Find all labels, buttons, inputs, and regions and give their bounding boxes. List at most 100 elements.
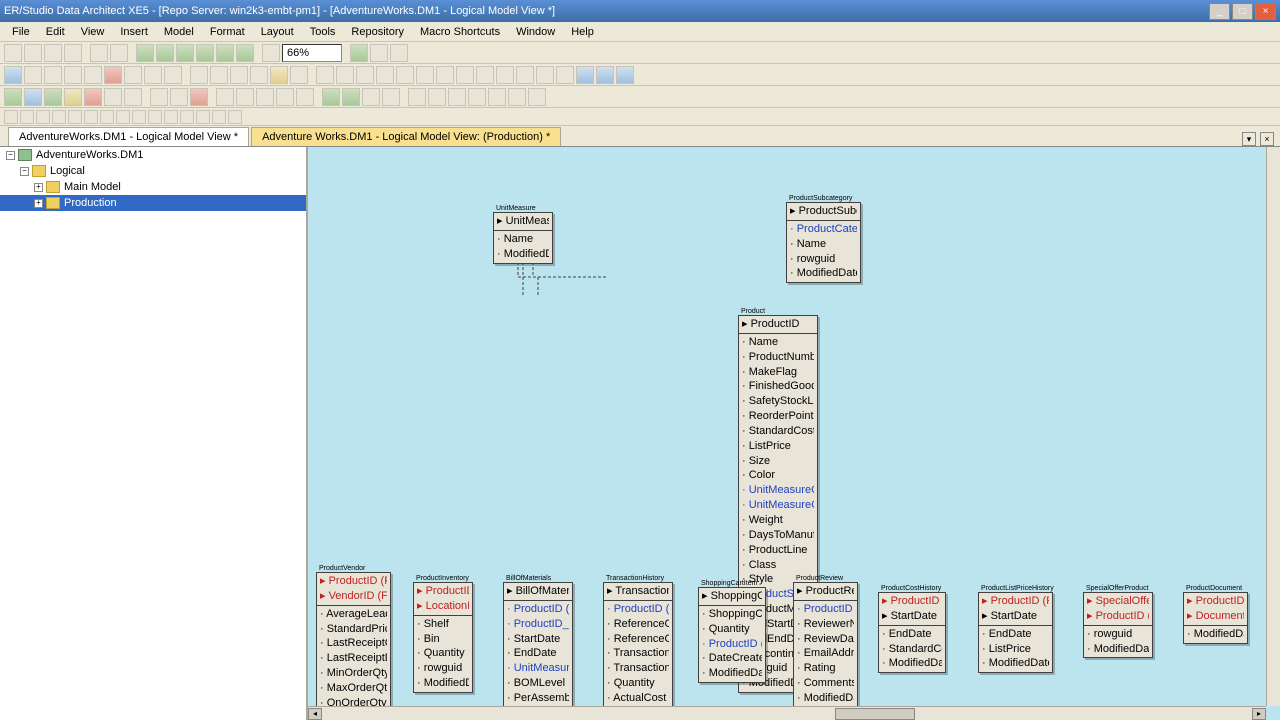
sync3-icon[interactable] <box>362 88 380 106</box>
entity-cart[interactable]: ShoppingCartItem▸ ShoppingCartItemID· Sh… <box>698 587 766 683</box>
layout3-icon[interactable] <box>356 66 374 84</box>
menu-format[interactable]: Format <box>202 24 253 40</box>
find-icon[interactable] <box>370 44 388 62</box>
draw3-icon[interactable] <box>256 88 274 106</box>
tab-main-model[interactable]: AdventureWorks.DM1 - Logical Model View … <box>8 127 249 146</box>
sync1-icon[interactable] <box>322 88 340 106</box>
pointer-icon[interactable] <box>4 66 22 84</box>
sm9-icon[interactable] <box>132 110 146 124</box>
menu-file[interactable]: File <box>4 24 38 40</box>
scroll-right-icon[interactable]: ▸ <box>1252 708 1266 720</box>
sm2-icon[interactable] <box>20 110 34 124</box>
entity-thist[interactable]: TransactionHistory▸ TransactionID· Produ… <box>603 582 673 720</box>
sm14-icon[interactable] <box>212 110 226 124</box>
scroll-thumb[interactable] <box>835 708 915 720</box>
vscrollbar[interactable] <box>1266 147 1280 706</box>
entity-doc[interactable]: ProductDocument▸ ProductID (FK)▸ Documen… <box>1183 592 1248 644</box>
shape1-icon[interactable] <box>4 88 22 106</box>
entity-bom[interactable]: BillOfMaterials▸ BillOfMaterialsID· Prod… <box>503 582 573 720</box>
layout8-icon[interactable] <box>456 66 474 84</box>
dist1-icon[interactable] <box>408 88 426 106</box>
repo-icon[interactable] <box>136 44 154 62</box>
menu-help[interactable]: Help <box>563 24 602 40</box>
undo-icon[interactable] <box>90 44 108 62</box>
line-icon[interactable] <box>170 88 188 106</box>
layout12-icon[interactable] <box>536 66 554 84</box>
shape3-icon[interactable] <box>44 88 62 106</box>
save-icon[interactable] <box>44 44 62 62</box>
draw2-icon[interactable] <box>236 88 254 106</box>
draw1-icon[interactable] <box>216 88 234 106</box>
sm8-icon[interactable] <box>116 110 130 124</box>
menu-window[interactable]: Window <box>508 24 563 40</box>
sync4-icon[interactable] <box>382 88 400 106</box>
align-b-icon[interactable] <box>250 66 268 84</box>
entity-unitmeasure[interactable]: UnitMeasure▸ UnitMeasureCode· Name· Modi… <box>493 212 553 264</box>
tree-main-model[interactable]: + Main Model <box>0 179 306 195</box>
sm4-icon[interactable] <box>52 110 66 124</box>
minimize-button[interactable]: _ <box>1209 3 1230 20</box>
tab-menu-icon[interactable]: ▾ <box>1242 132 1256 146</box>
dist4-icon[interactable] <box>468 88 486 106</box>
align-t-icon[interactable] <box>230 66 248 84</box>
hand-icon[interactable] <box>64 66 82 84</box>
layout7-icon[interactable] <box>436 66 454 84</box>
sm3-icon[interactable] <box>36 110 50 124</box>
rel-icon[interactable] <box>616 66 634 84</box>
entity-subcategory[interactable]: ProductSubcategory▸ ProductSubcategoryID… <box>786 202 861 283</box>
menu-repository[interactable]: Repository <box>343 24 412 40</box>
maximize-button[interactable]: □ <box>1232 3 1253 20</box>
draw5-icon[interactable] <box>296 88 314 106</box>
tab-close-icon[interactable]: × <box>1260 132 1274 146</box>
entity-vendor[interactable]: ProductVendor▸ ProductID (FK)▸ VendorID … <box>316 572 391 720</box>
layout4-icon[interactable] <box>376 66 394 84</box>
sm13-icon[interactable] <box>196 110 210 124</box>
sm1-icon[interactable] <box>4 110 18 124</box>
layout1-icon[interactable] <box>316 66 334 84</box>
sm15-icon[interactable] <box>228 110 242 124</box>
shape6-icon[interactable] <box>104 88 122 106</box>
tab-production[interactable]: Adventure Works.DM1 - Logical Model View… <box>251 127 561 146</box>
dist7-icon[interactable] <box>528 88 546 106</box>
entity-icon[interactable] <box>576 66 594 84</box>
dist5-icon[interactable] <box>488 88 506 106</box>
collapse-icon[interactable]: − <box>20 167 29 176</box>
sm7-icon[interactable] <box>100 110 114 124</box>
layout9-icon[interactable] <box>476 66 494 84</box>
shape4-icon[interactable] <box>64 88 82 106</box>
dist2-icon[interactable] <box>428 88 446 106</box>
menu-macros[interactable]: Macro Shortcuts <box>412 24 508 40</box>
sm5-icon[interactable] <box>68 110 82 124</box>
align-r-icon[interactable] <box>210 66 228 84</box>
tree-production[interactable]: + Production <box>0 195 306 211</box>
arrow-icon[interactable] <box>150 88 168 106</box>
scroll-left-icon[interactable]: ◂ <box>308 708 322 720</box>
menu-edit[interactable]: Edit <box>38 24 73 40</box>
zoom-out-icon[interactable] <box>44 66 62 84</box>
zoom-in-icon[interactable] <box>24 66 42 84</box>
menu-tools[interactable]: Tools <box>302 24 344 40</box>
tree-logical[interactable]: − Logical <box>0 163 306 179</box>
entity-listhist[interactable]: ProductListPriceHistory▸ ProductID (FK)▸… <box>978 592 1053 673</box>
menu-layout[interactable]: Layout <box>253 24 302 40</box>
grid-icon[interactable] <box>262 44 280 62</box>
redo-icon[interactable] <box>110 44 128 62</box>
menu-view[interactable]: View <box>73 24 113 40</box>
new-icon[interactable] <box>4 44 22 62</box>
refresh-icon[interactable] <box>390 44 408 62</box>
close-button[interactable]: × <box>1255 3 1276 20</box>
dist6-icon[interactable] <box>508 88 526 106</box>
layout13-icon[interactable] <box>556 66 574 84</box>
paste-icon[interactable] <box>164 66 182 84</box>
go-icon[interactable] <box>350 44 368 62</box>
layout5-icon[interactable] <box>396 66 414 84</box>
table-icon[interactable] <box>290 66 308 84</box>
layout10-icon[interactable] <box>496 66 514 84</box>
delete-icon[interactable] <box>104 66 122 84</box>
repo3-icon[interactable] <box>176 44 194 62</box>
layout6-icon[interactable] <box>416 66 434 84</box>
align-l-icon[interactable] <box>190 66 208 84</box>
text-icon[interactable] <box>190 88 208 106</box>
repo4-icon[interactable] <box>196 44 214 62</box>
diagram-canvas[interactable]: UnitMeasure▸ UnitMeasureCode· Name· Modi… <box>308 147 1280 720</box>
